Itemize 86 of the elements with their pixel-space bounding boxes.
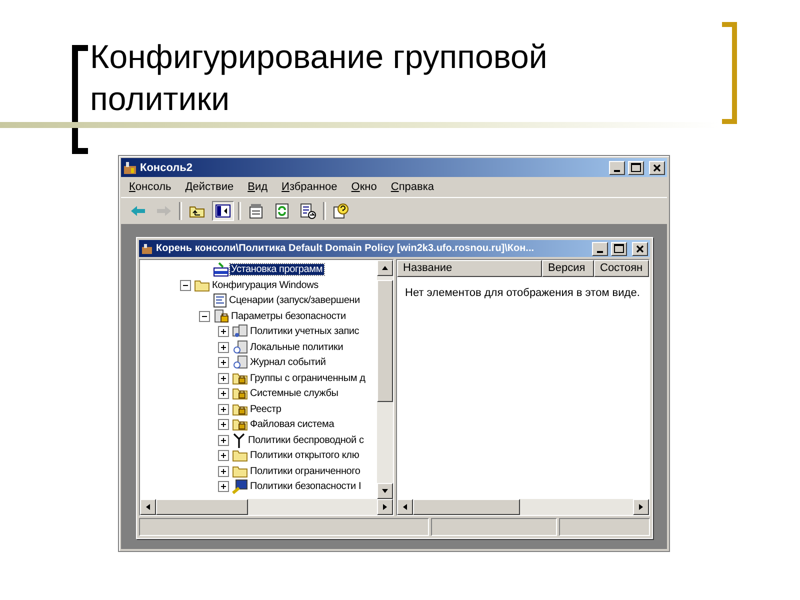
menu-item[interactable]: Вид <box>244 181 274 193</box>
expand-icon[interactable] <box>218 388 229 400</box>
expand-icon[interactable] <box>218 342 229 353</box>
expand-icon[interactable] <box>218 434 229 446</box>
expand-icon[interactable] <box>218 419 229 430</box>
horizontal-scrollbar[interactable] <box>140 499 393 515</box>
properties-icon <box>248 203 264 219</box>
tree-item[interactable]: Конфигурация Windows <box>211 280 320 291</box>
column-header[interactable]: Состоян <box>594 260 649 277</box>
close-button[interactable] <box>632 242 648 256</box>
computers-icon <box>232 324 248 340</box>
arrow-icon <box>636 503 645 511</box>
tree-item[interactable]: Политики беспроводной с <box>247 434 365 446</box>
expand-icon[interactable] <box>218 404 229 415</box>
expand-icon[interactable] <box>218 326 229 338</box>
vertical-scrollbar[interactable] <box>377 260 393 499</box>
arrow-icon <box>401 503 409 511</box>
menu-item[interactable]: Окно <box>347 181 383 193</box>
tree-item[interactable]: Установка программ <box>230 264 324 276</box>
folder-icon <box>194 278 210 292</box>
forward-arrow-icon <box>156 205 172 217</box>
menu-item[interactable]: Действие <box>181 181 240 193</box>
maximize-button[interactable] <box>628 160 644 174</box>
antenna-icon <box>232 432 246 448</box>
minimize-button[interactable] <box>592 242 608 256</box>
minimize-icon <box>596 250 603 252</box>
monitor-key-icon <box>232 479 248 494</box>
install-icon <box>213 262 229 278</box>
close-button[interactable] <box>649 160 665 174</box>
column-header[interactable]: Версия <box>542 260 594 277</box>
tree-item[interactable]: Политики безопасности I <box>249 481 362 492</box>
console-app-icon <box>141 242 153 254</box>
tree-item[interactable]: Параметры безопасности <box>230 310 347 322</box>
help-icon <box>333 203 349 219</box>
menu-item[interactable]: Справка <box>386 181 440 193</box>
export-list-icon <box>300 203 316 219</box>
refresh-icon <box>275 203 289 219</box>
tree-item[interactable]: Реестр <box>249 404 282 415</box>
folder-icon <box>232 449 248 462</box>
arrow-icon <box>381 264 389 272</box>
folder-up-icon <box>189 204 205 218</box>
window-title: Консоль2 <box>140 162 194 174</box>
expand-icon[interactable] <box>218 466 229 477</box>
tree-item[interactable]: Политики открытого клю <box>249 450 360 462</box>
locked-folder-icon <box>232 387 248 400</box>
locked-folder-icon <box>232 372 248 385</box>
expand-icon[interactable] <box>218 372 229 384</box>
maximize-button[interactable] <box>610 242 627 256</box>
close-icon <box>636 244 644 252</box>
maximize-icon <box>614 244 624 253</box>
tree-item[interactable]: Сценарии (запуск/завершени <box>228 295 361 306</box>
tree-item[interactable]: Группы с ограниченным д <box>249 372 366 384</box>
folder-icon <box>232 464 248 478</box>
collapse-icon[interactable] <box>199 310 210 322</box>
locked-folder-icon <box>232 402 248 416</box>
minimize-button[interactable] <box>609 160 625 174</box>
locked-folder-icon <box>232 418 248 432</box>
tree-item[interactable]: Журнал событий <box>249 357 327 368</box>
minimize-icon <box>614 170 620 172</box>
empty-list-message: Нет элементов для отображения в этом виде. <box>404 286 641 301</box>
computer-icon <box>232 355 248 370</box>
tree-item[interactable]: Файловая система <box>249 419 336 430</box>
locked-computer-icon <box>213 308 229 324</box>
panel-toggle-icon <box>215 204 231 218</box>
collapse-icon[interactable] <box>180 280 191 291</box>
toolbar-button[interactable] <box>212 201 234 221</box>
expand-icon[interactable] <box>218 357 229 368</box>
maximize-icon <box>631 163 641 172</box>
window-title: Корень консоли\Политика Default Domain Policy [win2k3.ufo.rosnou.ru]\Кон... <box>156 243 536 254</box>
tree-item[interactable]: Локальные политики <box>249 342 344 353</box>
horizontal-scrollbar[interactable] <box>397 499 649 515</box>
tree-item[interactable]: Системные службы <box>249 388 340 400</box>
expand-icon[interactable] <box>218 450 229 462</box>
close-icon <box>653 164 661 172</box>
tree-item[interactable]: Политики учетных запис <box>249 326 360 338</box>
slide-title: Конфигурирование групповой политики <box>90 37 548 119</box>
menu-item[interactable]: Избранное <box>278 181 344 193</box>
back-arrow-icon <box>130 205 146 217</box>
script-icon <box>213 293 227 308</box>
arrow-icon <box>144 503 152 511</box>
console-app-icon <box>123 160 137 174</box>
menu-item[interactable]: Консоль <box>125 181 178 193</box>
tree-item[interactable]: Политики ограниченного <box>249 466 362 477</box>
expand-icon[interactable] <box>218 481 229 492</box>
computer-icon <box>232 340 248 355</box>
column-header[interactable]: Название <box>397 260 542 277</box>
